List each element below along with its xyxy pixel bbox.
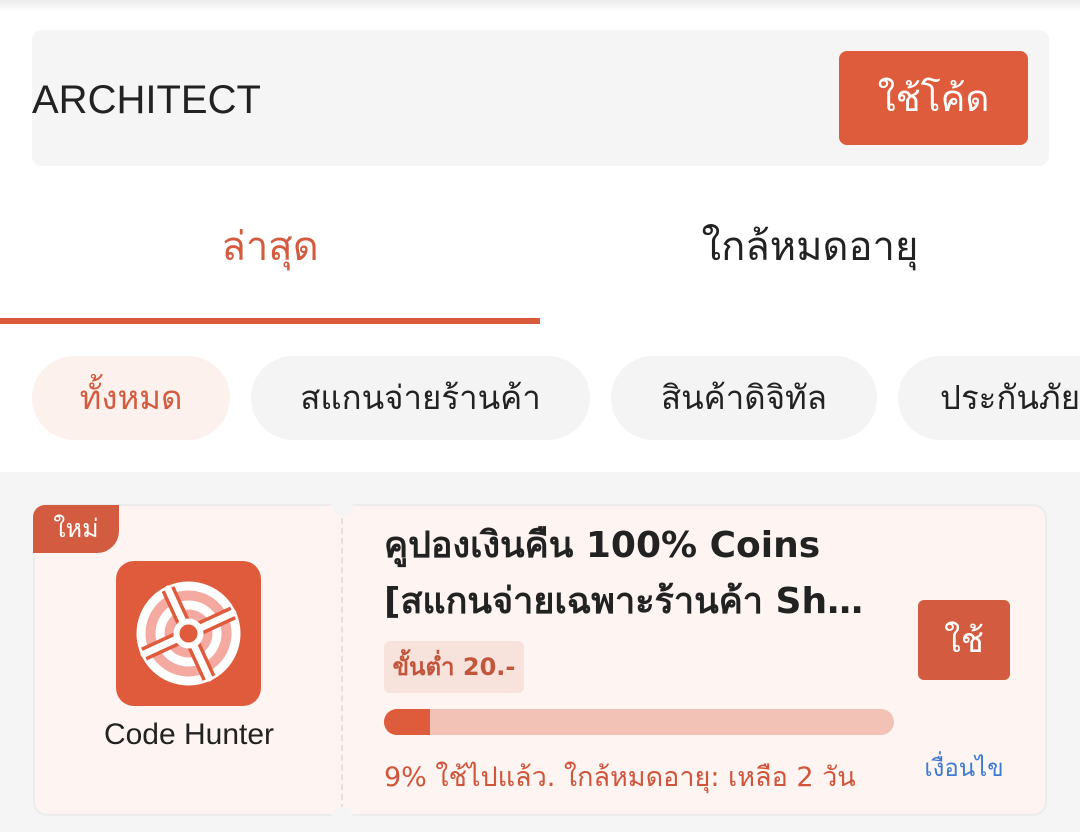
use-coupon-button[interactable]: ใช้ (918, 600, 1010, 680)
usage-progress-bar (384, 709, 894, 735)
top-shadow (0, 0, 1080, 12)
shop-logo (116, 561, 261, 706)
coupon-title-line-1: คูปองเงินคืน 100% Coins (384, 525, 821, 566)
tab-latest[interactable]: ล่าสุด (0, 192, 540, 302)
card-notch-top (331, 494, 353, 516)
crosshair-icon (136, 581, 241, 686)
shop-name: Code Hunter (103, 718, 275, 751)
tab-bar: ล่าสุด ใกล้หมดอายุ (0, 192, 1080, 326)
chip-scan-pay-store[interactable]: สแกนจ่ายร้านค้า (251, 356, 590, 440)
new-badge: ใหม่ (33, 505, 119, 553)
chip-all[interactable]: ทั้งหมด (32, 356, 230, 440)
usage-status-text: 9% ใช้ไปแล้ว. ใกล้หมดอายุ: เหลือ 2 วัน (384, 762, 856, 793)
chip-digital-products[interactable]: สินค้าดิจิทัล (611, 356, 877, 440)
active-tab-indicator (0, 318, 540, 324)
coupon-title: คูปองเงินคืน 100% Coins [สแกนจ่ายเฉพาะร้… (384, 518, 894, 638)
tab-expiring-soon[interactable]: ใกล้หมดอายุ (540, 192, 1080, 302)
coupon-divider (341, 518, 343, 810)
terms-link[interactable]: เงื่อนไข (918, 748, 1010, 787)
card-notch-bottom (331, 807, 353, 829)
category-filter-chips: ทั้งหมด สแกนจ่ายร้านค้า สินค้าดิจิทัล ปร… (0, 356, 1080, 440)
promo-code-input[interactable] (32, 50, 772, 150)
apply-code-button[interactable]: ใช้โค้ด (839, 51, 1028, 145)
usage-progress-fill (384, 709, 430, 735)
min-spend-badge: ขั้นต่ำ 20.- (384, 641, 524, 693)
coupon-title-line-2: [สแกนจ่ายเฉพาะร้านค้า Sh… (384, 581, 864, 622)
chip-insurance[interactable]: ประกันภัย (898, 356, 1080, 440)
